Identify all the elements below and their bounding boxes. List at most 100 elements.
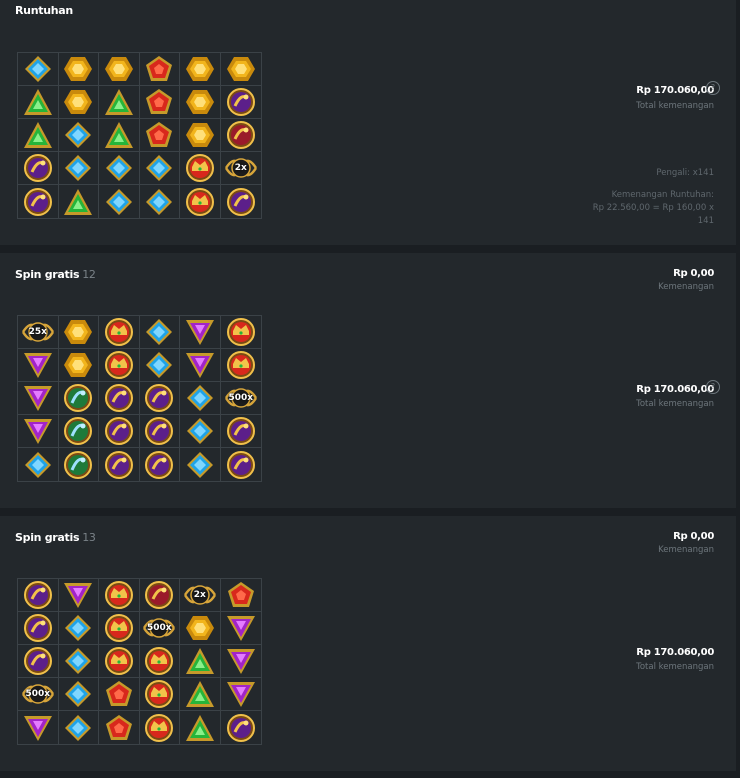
purple-triangle-gem-icon [220,612,261,645]
total-win-amount: Rp 170.060,00 [636,384,714,395]
red-crown-coin-icon [180,152,221,185]
info-icon[interactable]: ? [706,380,720,394]
info-icon[interactable]: ? [706,81,720,95]
blue-diamond-gem-icon [58,645,99,678]
red-crown-coin-icon [99,579,140,612]
purple-ring-coin-icon [18,152,59,185]
blue-diamond-gem-icon [140,185,180,218]
reel-grid: 2x 500x 500x [17,578,262,745]
cascade-win-label: Kemenangan Runtuhan: [611,190,714,200]
red-crown-coin-icon [220,349,261,382]
purple-ring-coin-icon [140,448,180,481]
multiplier-text: Pengali: x141 [656,168,714,178]
green-ring-coin-icon [59,448,99,481]
purple-triangle-gem-icon [18,382,59,415]
red-crown-coin-icon [99,612,140,645]
gold-hexagon-gem-icon [180,53,221,86]
green-triangle-gem-icon [180,678,221,711]
purple-ring-coin-icon [221,448,262,481]
blue-diamond-gem-icon [59,711,99,744]
purple-triangle-gem-icon [58,579,99,612]
total-win-amount: Rp 170.060,00 [636,647,714,658]
red-crown-coin-icon [99,645,140,678]
red-crown-coin-icon [220,316,261,349]
purple-triangle-gem-icon [180,316,221,349]
total-win-label: Total kemenangan [636,399,714,409]
blue-diamond-gem-icon [58,678,99,711]
gold-hexagon-gem-icon [58,86,99,119]
green-triangle-gem-icon [99,119,140,152]
multiplier-orb-icon: 500x [220,382,261,415]
purple-triangle-gem-icon [18,349,59,382]
gold-hexagon-gem-icon [180,612,221,645]
red-pentagon-gem-icon [139,86,180,119]
purple-ring-coin-icon [18,612,59,645]
total-win-label: Total kemenangan [636,662,714,672]
cascade-panel: Runtuhan 2x Rp 170.060,00 ? Total kemena… [0,0,736,245]
red-ring-coin-icon [139,579,180,612]
blue-diamond-gem-icon [139,316,180,349]
blue-diamond-gem-icon [139,152,180,185]
total-win-amount: Rp 170.060,00 [636,85,714,96]
green-triangle-gem-icon [180,711,221,744]
gold-hexagon-gem-icon [58,349,99,382]
purple-ring-coin-icon [18,185,59,218]
purple-ring-coin-icon [99,448,140,481]
blue-diamond-gem-icon [99,185,140,218]
round-title: Spin gratis 12 [15,268,96,281]
multiplier-orb-icon: 25x [18,316,59,349]
green-triangle-gem-icon [18,119,59,152]
red-crown-coin-icon [139,678,180,711]
spin-win-label: Kemenangan [658,545,714,555]
purple-triangle-gem-icon [220,645,261,678]
red-pentagon-gem-icon [139,119,180,152]
multiplier-orb-icon: 2x [220,152,261,185]
multiplier-value: 500x [146,623,172,633]
red-pentagon-gem-icon [99,678,140,711]
green-ring-coin-icon [58,415,99,448]
purple-ring-coin-icon [220,415,261,448]
red-crown-coin-icon [139,645,180,678]
green-triangle-gem-icon [99,86,140,119]
red-crown-coin-icon [140,711,180,744]
blue-diamond-gem-icon [18,448,59,481]
green-triangle-gem-icon [180,645,221,678]
blue-diamond-gem-icon [180,382,221,415]
purple-triangle-gem-icon [220,678,261,711]
multiplier-value: 500x [228,393,254,403]
red-pentagon-gem-icon [220,579,261,612]
gold-hexagon-gem-icon [99,53,140,86]
reel-grid: 25x 500x [17,315,262,482]
blue-diamond-gem-icon [99,152,140,185]
green-ring-coin-icon [58,382,99,415]
purple-ring-coin-icon [221,711,262,744]
multiplier-orb-icon: 500x [18,678,59,711]
round-title: Runtuhan [15,4,73,17]
purple-triangle-gem-icon [180,349,221,382]
multiplier-value: 2x [234,163,247,173]
red-pentagon-gem-icon [139,53,180,86]
multiplier-value: 500x [25,689,51,699]
green-triangle-gem-icon [59,185,99,218]
multiplier-value: 25x [28,327,47,337]
multiplier-orb-icon: 500x [139,612,180,645]
purple-ring-coin-icon [18,579,59,612]
cascade-win-formula: Rp 22.560,00 = Rp 160,00 x [592,203,714,213]
gold-hexagon-gem-icon [220,53,261,86]
gold-hexagon-gem-icon [180,119,221,152]
gold-hexagon-gem-icon [180,86,221,119]
blue-diamond-gem-icon [18,53,59,86]
purple-ring-coin-icon [18,645,59,678]
blue-diamond-gem-icon [180,415,221,448]
purple-ring-coin-icon [220,86,261,119]
blue-diamond-gem-icon [180,448,221,481]
blue-diamond-gem-icon [58,612,99,645]
red-crown-coin-icon [99,349,140,382]
blue-diamond-gem-icon [139,349,180,382]
gold-hexagon-gem-icon [58,53,99,86]
purple-ring-coin-icon [139,382,180,415]
red-ring-coin-icon [220,119,261,152]
purple-triangle-gem-icon [18,711,59,744]
red-crown-coin-icon [99,316,140,349]
round-title: Spin gratis 13 [15,531,96,544]
